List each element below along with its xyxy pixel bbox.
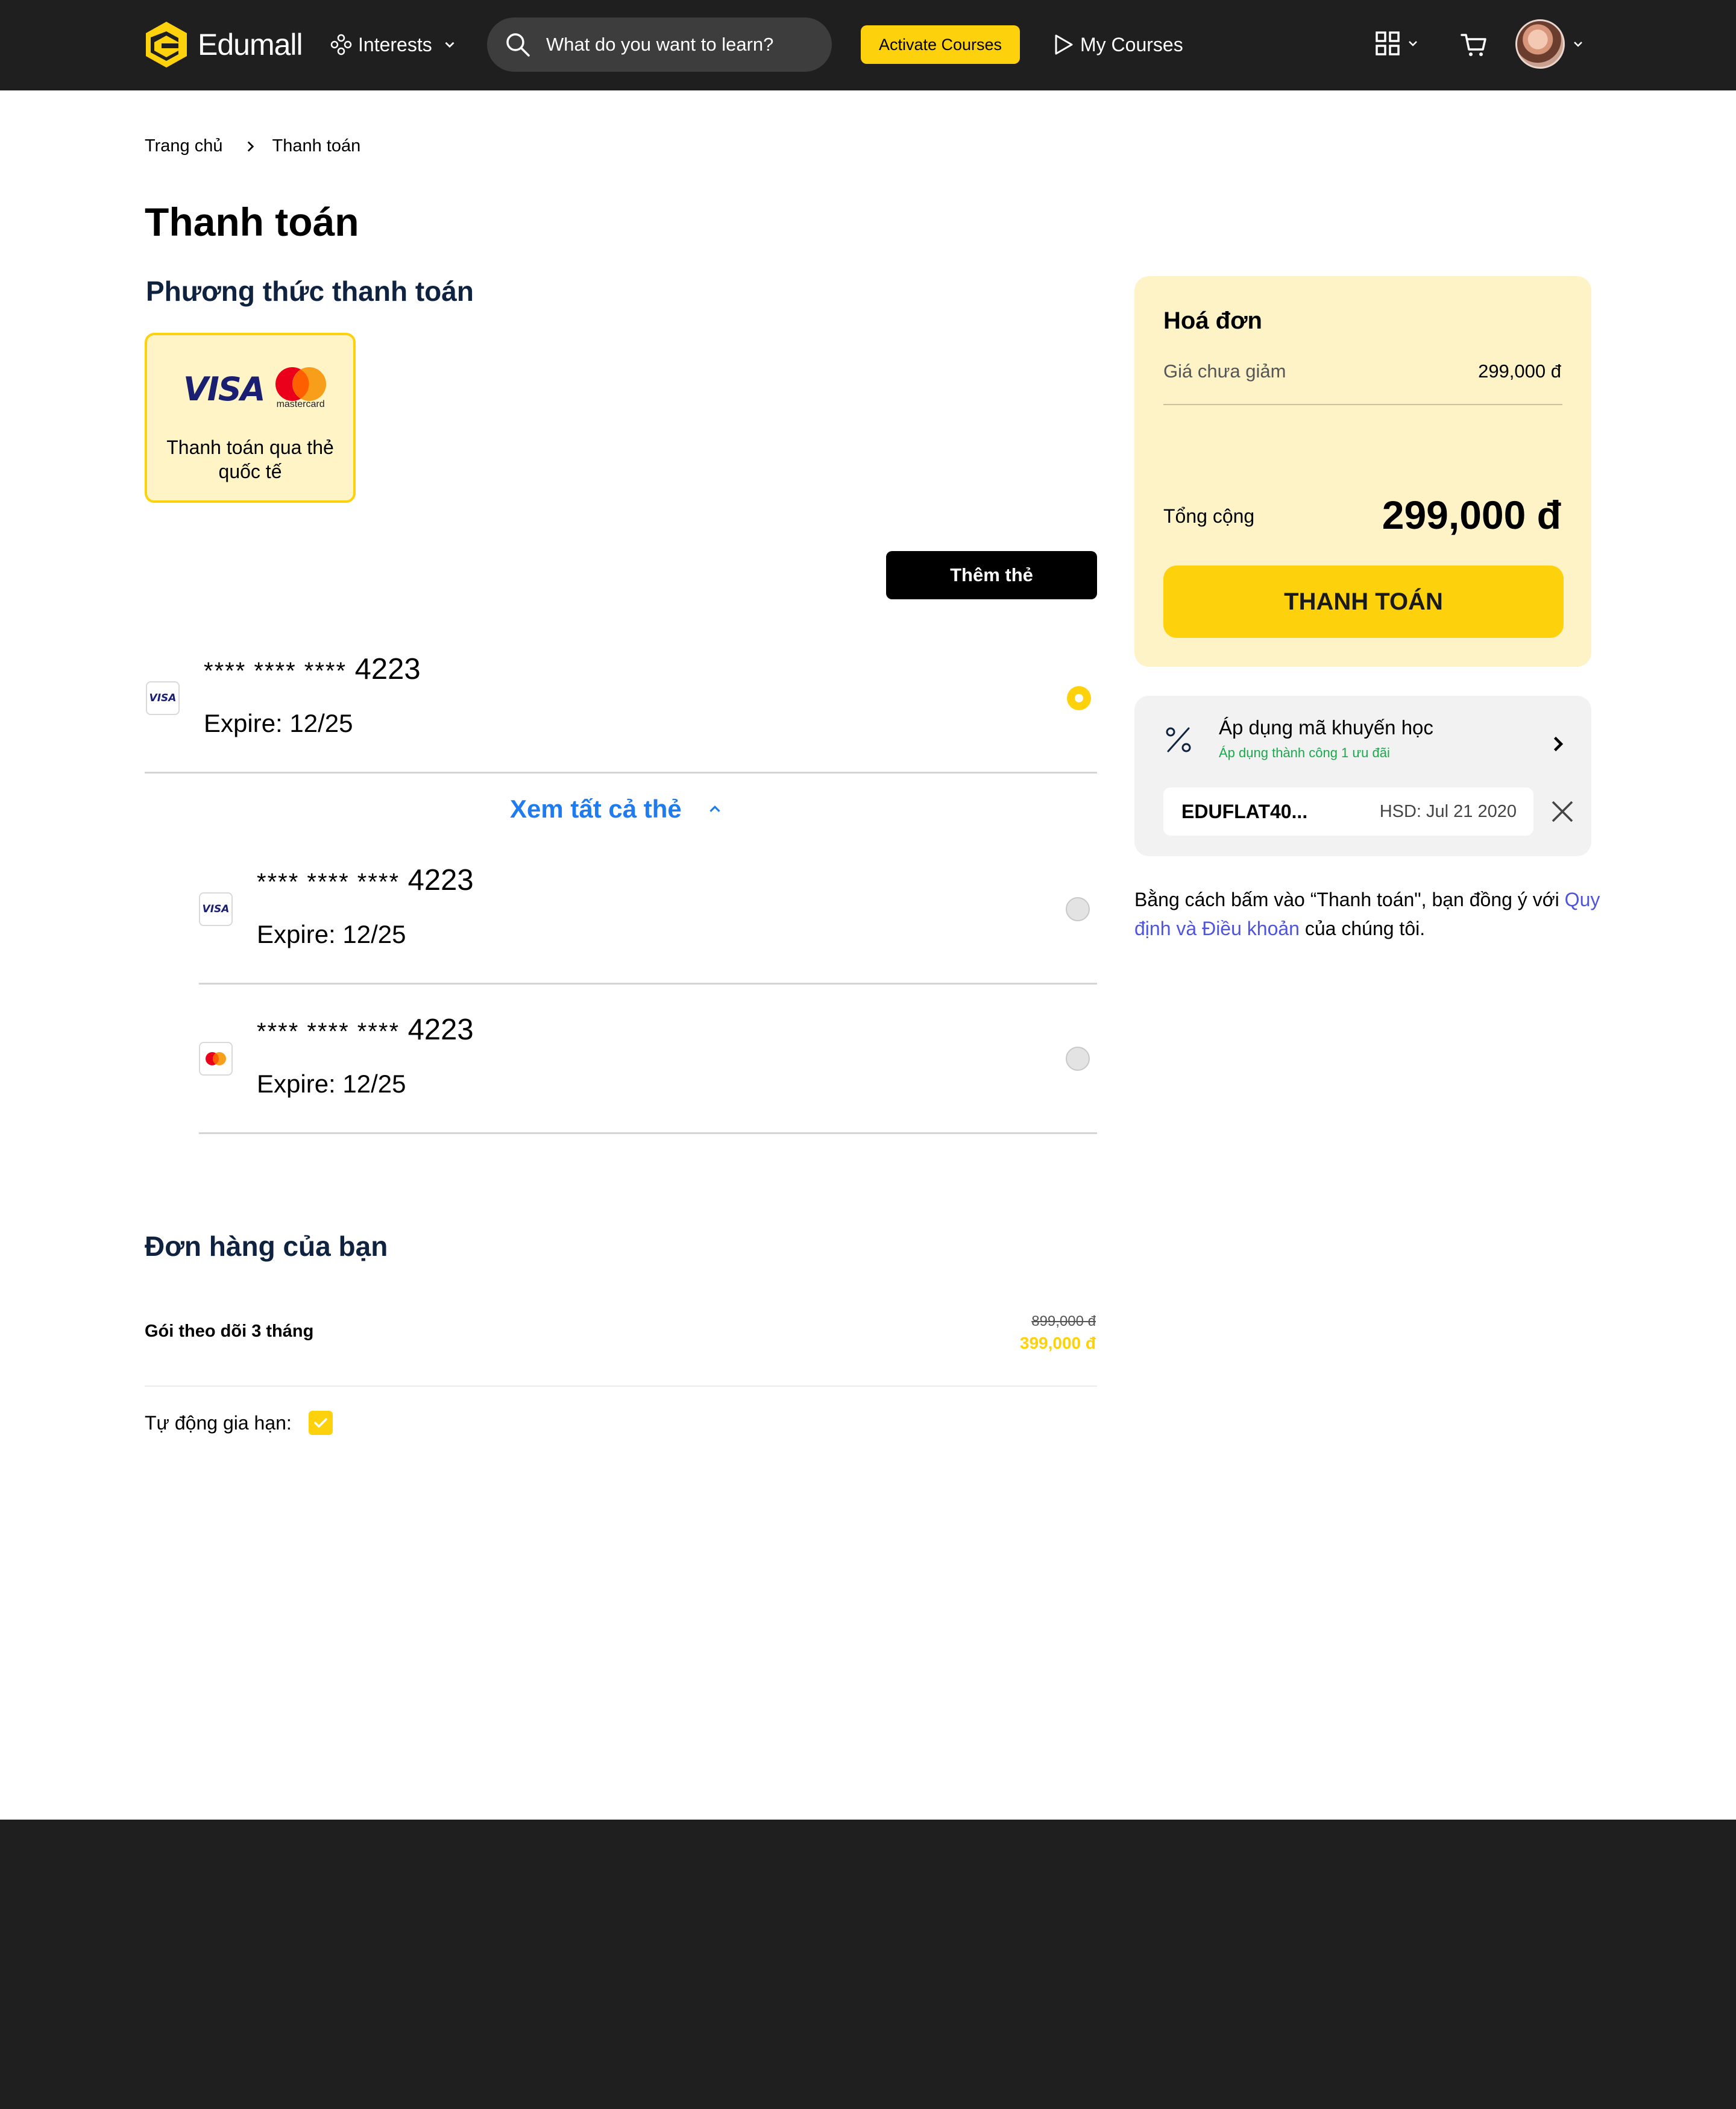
payment-option-international-card[interactable]: VISA mastercard Thanh toán qua thẻ quốc … — [145, 333, 356, 503]
subtotal-value: 299,000 đ — [1478, 361, 1561, 382]
interests-menu[interactable]: Interests — [329, 29, 458, 60]
pay-button[interactable]: THANH TOÁN — [1163, 566, 1564, 638]
chevron-right-icon — [247, 140, 254, 152]
coupon-expiry: HSD: Jul 21 2020 — [1379, 802, 1517, 821]
card-radio[interactable] — [1066, 897, 1090, 921]
grid-icon — [1376, 31, 1400, 55]
chevron-up-icon — [709, 805, 720, 812]
divider — [145, 1386, 1097, 1387]
check-icon — [314, 1418, 327, 1428]
my-courses-label: My Courses — [1080, 33, 1183, 55]
applied-coupon: EDUFLAT40... HSD: Jul 21 2020 — [1163, 787, 1533, 836]
chevron-down-icon — [1409, 41, 1417, 46]
card-expiry: Expire: 12/25 — [257, 920, 406, 948]
promo-title[interactable]: Áp dụng mã khuyến học — [1219, 716, 1433, 739]
card-number: **** **** **** 4223 — [257, 864, 474, 897]
invoice-panel: Hoá đơn Giá chưa giảm 299,000 đ Tổng cộn… — [1134, 276, 1591, 667]
see-all-cards-toggle[interactable]: Xem tất cả thẻ — [510, 795, 724, 824]
auto-renew-row: Tự động gia hạn: — [145, 1411, 333, 1435]
auto-renew-checkbox[interactable] — [308, 1411, 333, 1435]
divider — [199, 1132, 1097, 1134]
breadcrumb-current: Thanh toán — [272, 136, 361, 156]
order-item-name: Gói theo dõi 3 tháng — [145, 1322, 314, 1341]
cart-icon[interactable] — [1460, 30, 1489, 59]
interests-icon — [330, 34, 352, 55]
percent-icon — [1166, 727, 1191, 752]
subtotal-label: Giá chưa giảm — [1163, 361, 1286, 382]
mastercard-icon — [206, 1052, 226, 1065]
page-title: Thanh toán — [145, 200, 359, 244]
avatar — [1515, 19, 1565, 69]
divider — [145, 772, 1097, 774]
auto-renew-label: Tự động gia hạn: — [145, 1411, 292, 1434]
breadcrumb-home[interactable]: Trang chủ — [145, 136, 223, 156]
card-number: **** **** **** 4223 — [204, 653, 421, 686]
chevron-right-icon[interactable] — [1547, 733, 1568, 755]
top-navbar: Edumall Interests Activate Courses My Co… — [0, 0, 1736, 90]
coupon-code: EDUFLAT40... — [1181, 801, 1308, 822]
interests-label: Interests — [358, 33, 432, 55]
play-icon — [1055, 34, 1073, 55]
promo-panel: Áp dụng mã khuyến học Áp dụng thành công… — [1134, 696, 1591, 856]
terms-notice: Bằng cách bấm vào “Thanh toán", bạn đồng… — [1134, 885, 1605, 943]
saved-card-row[interactable]: VISA **** **** **** 4223 Expire: 12/25 — [145, 640, 1097, 773]
mastercard-brand-icon — [199, 1042, 233, 1076]
card-number: **** **** **** 4223 — [257, 1014, 474, 1046]
order-heading: Đơn hàng của bạn — [145, 1231, 388, 1262]
see-all-label: Xem tất cả thẻ — [510, 795, 682, 823]
search-bar[interactable] — [487, 17, 832, 72]
user-menu[interactable] — [1515, 19, 1585, 69]
visa-brand-icon: VISA — [146, 681, 180, 715]
card-expiry: Expire: 12/25 — [204, 709, 353, 737]
order-old-price: 899,000 đ — [1031, 1313, 1096, 1329]
edumall-logo-icon — [146, 22, 187, 68]
payment-option-label: Thanh toán qua thẻ quốc tế — [166, 437, 334, 482]
terms-suffix: của chúng tôi. — [1299, 918, 1426, 939]
add-card-button[interactable]: Thêm thẻ — [886, 551, 1097, 599]
visa-brand-icon: VISA — [199, 892, 233, 926]
mastercard-logo: mastercard — [272, 365, 330, 412]
divider — [199, 983, 1097, 985]
total-label: Tổng cộng — [1163, 505, 1255, 527]
visa-logo: VISA — [183, 370, 266, 408]
saved-card-row[interactable]: **** **** **** 4223 Expire: 12/25 — [199, 1001, 1097, 1133]
card-radio-selected[interactable] — [1067, 686, 1091, 710]
close-icon[interactable] — [1549, 798, 1576, 825]
edumall-logo[interactable]: Edumall — [143, 19, 303, 70]
breadcrumb: Trang chủ Thanh toán — [145, 136, 360, 156]
invoice-title: Hoá đơn — [1163, 307, 1262, 334]
apps-menu[interactable] — [1374, 30, 1420, 57]
card-radio[interactable] — [1066, 1047, 1090, 1071]
search-input[interactable] — [546, 34, 823, 55]
order-new-price: 399,000 đ — [1019, 1334, 1096, 1352]
mastercard-wordmark: mastercard — [276, 399, 325, 409]
chevron-down-icon — [445, 42, 454, 48]
my-courses-link[interactable]: My Courses — [1052, 29, 1183, 60]
card-brand-logos: VISA mastercard — [183, 365, 330, 412]
divider — [1163, 404, 1562, 405]
chevron-down-icon — [1574, 42, 1582, 47]
card-expiry: Expire: 12/25 — [257, 1070, 406, 1098]
search-icon — [506, 33, 530, 57]
promo-status: Áp dụng thành công 1 ưu đãi — [1219, 745, 1390, 760]
terms-prefix: Bằng cách bấm vào “Thanh toán", bạn đồng… — [1134, 889, 1565, 910]
footer — [0, 1820, 1736, 2109]
payment-method-heading: Phương thức thanh toán — [146, 276, 474, 307]
saved-card-row[interactable]: VISA **** **** **** 4223 Expire: 12/25 — [199, 851, 1097, 984]
activate-courses-button[interactable]: Activate Courses — [861, 25, 1020, 64]
logo-text: Edumall — [198, 28, 303, 61]
total-value: 299,000 đ — [1382, 493, 1561, 537]
